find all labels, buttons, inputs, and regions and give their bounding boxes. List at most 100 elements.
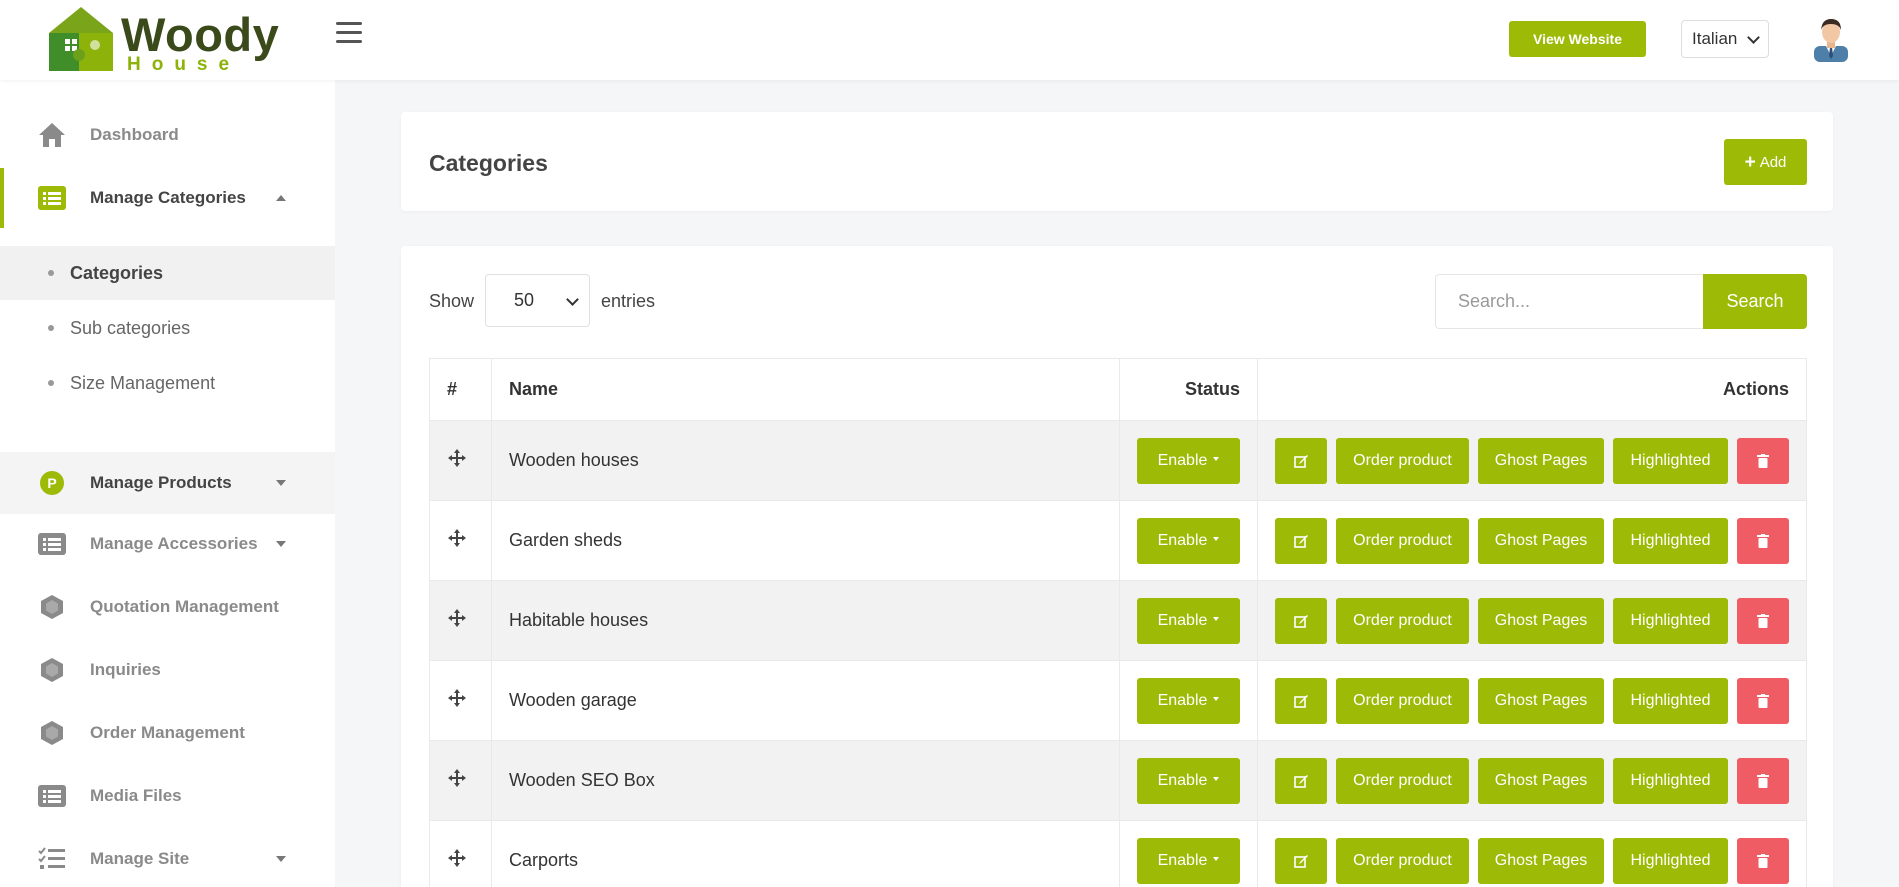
search-button[interactable]: Search: [1703, 274, 1807, 329]
logo-subtext: House: [127, 54, 241, 75]
add-category-button[interactable]: + Add: [1724, 139, 1807, 185]
edit-button[interactable]: [1275, 837, 1327, 884]
page-title: Categories: [429, 150, 548, 176]
drag-handle-cell: [429, 660, 492, 741]
move-icon[interactable]: [447, 688, 467, 708]
bullet-icon: [48, 270, 54, 276]
highlighted-button[interactable]: Highlighted: [1613, 677, 1728, 724]
sidebar-item-inquiries[interactable]: Inquiries: [0, 639, 335, 701]
delete-button[interactable]: [1737, 437, 1789, 484]
sidebar-item-manage-categories[interactable]: Manage Categories: [0, 167, 335, 229]
sidebar-subitem-categories[interactable]: Categories: [0, 246, 335, 300]
delete-button[interactable]: [1737, 597, 1789, 644]
order-product-button[interactable]: Order product: [1336, 517, 1469, 564]
category-name: Carports: [490, 820, 1120, 887]
sidebar-item-dashboard[interactable]: Dashboard: [0, 104, 335, 166]
categories-table-card: Show 50 entries Search # Name Status Act…: [401, 246, 1833, 887]
sidebar: Dashboard Manage Categories Categories S…: [0, 80, 335, 887]
status-dropdown-button[interactable]: Enable: [1137, 597, 1240, 644]
sidebar-item-order-management[interactable]: Order Management: [0, 702, 335, 764]
sidebar-subitem-sub-categories[interactable]: Sub categories: [0, 301, 335, 355]
move-icon[interactable]: [447, 608, 467, 628]
ghost-pages-button[interactable]: Ghost Pages: [1478, 677, 1604, 724]
language-value: Italian: [1692, 29, 1738, 48]
column-header-actions: Actions: [1257, 358, 1807, 421]
logo[interactable]: Woody House: [45, 5, 285, 75]
user-avatar[interactable]: [1808, 16, 1854, 62]
order-product-button[interactable]: Order product: [1336, 757, 1469, 804]
ghost-pages-button[interactable]: Ghost Pages: [1478, 517, 1604, 564]
drag-handle-cell: [429, 740, 492, 821]
edit-button[interactable]: [1275, 677, 1327, 724]
delete-button[interactable]: [1737, 837, 1789, 884]
order-product-button[interactable]: Order product: [1336, 837, 1469, 884]
highlighted-button[interactable]: Highlighted: [1613, 757, 1728, 804]
search-input[interactable]: [1435, 274, 1705, 329]
view-website-button[interactable]: View Website: [1509, 21, 1646, 57]
caret-down-icon: [276, 541, 286, 547]
status-cell: Enable: [1118, 740, 1259, 821]
status-dropdown-button[interactable]: Enable: [1137, 517, 1240, 564]
home-icon: [38, 121, 66, 149]
sidebar-subitem-size-management[interactable]: Size Management: [0, 356, 335, 410]
drag-handle-cell: [429, 820, 492, 887]
ghost-pages-button[interactable]: Ghost Pages: [1478, 837, 1604, 884]
language-select[interactable]: Italian: [1681, 20, 1769, 58]
delete-button[interactable]: [1737, 517, 1789, 564]
move-icon[interactable]: [447, 768, 467, 788]
column-header-status[interactable]: Status: [1118, 358, 1259, 421]
sidebar-item-media-files[interactable]: Media Files: [0, 765, 335, 827]
sidebar-item-manage-products[interactable]: P Manage Products: [0, 452, 335, 514]
drag-handle-cell: [429, 500, 492, 581]
categories-table: # Name Status Actions Wooden houses Enab…: [429, 358, 1807, 887]
highlighted-button[interactable]: Highlighted: [1613, 597, 1728, 644]
status-dropdown-button[interactable]: Enable: [1137, 677, 1240, 724]
edit-button[interactable]: [1275, 597, 1327, 644]
edit-button[interactable]: [1275, 437, 1327, 484]
move-icon[interactable]: [447, 448, 467, 468]
ghost-pages-button[interactable]: Ghost Pages: [1478, 597, 1604, 644]
trash-icon: [1757, 613, 1769, 628]
ghost-pages-button[interactable]: Ghost Pages: [1478, 437, 1604, 484]
status-dropdown-button[interactable]: Enable: [1137, 837, 1240, 884]
caret-down-icon: [1213, 776, 1220, 781]
status-label: Enable: [1157, 851, 1208, 869]
highlighted-button[interactable]: Highlighted: [1613, 837, 1728, 884]
drag-handle-cell: [429, 420, 492, 501]
actions-cell: Order product Ghost Pages Highlighted: [1257, 500, 1807, 581]
highlighted-button[interactable]: Highlighted: [1613, 437, 1728, 484]
sidebar-item-quotation-management[interactable]: Quotation Management: [0, 576, 335, 638]
table-row: Habitable houses Enable Order product Gh…: [429, 580, 1807, 661]
chevron-down-icon: [566, 293, 579, 306]
highlighted-button[interactable]: Highlighted: [1613, 517, 1728, 564]
ghost-pages-button[interactable]: Ghost Pages: [1478, 757, 1604, 804]
status-dropdown-button[interactable]: Enable: [1137, 437, 1240, 484]
order-product-button[interactable]: Order product: [1336, 437, 1469, 484]
edit-icon: [1294, 614, 1308, 628]
entries-per-page-select[interactable]: 50: [485, 274, 590, 327]
delete-button[interactable]: [1737, 757, 1789, 804]
add-button-label: Add: [1759, 153, 1787, 171]
move-icon[interactable]: [447, 848, 467, 868]
table-row: Garden sheds Enable Order product Ghost …: [429, 500, 1807, 581]
delete-button[interactable]: [1737, 677, 1789, 724]
order-product-button[interactable]: Order product: [1336, 677, 1469, 724]
move-icon[interactable]: [447, 528, 467, 548]
column-header-number[interactable]: #: [429, 358, 492, 421]
checklist-icon: [38, 845, 66, 873]
category-name: Garden sheds: [490, 500, 1120, 581]
status-cell: Enable: [1118, 500, 1259, 581]
sidebar-item-label: Dashboard: [90, 125, 179, 144]
order-product-button[interactable]: Order product: [1336, 597, 1469, 644]
svg-text:P: P: [47, 475, 56, 491]
column-header-name[interactable]: Name: [490, 358, 1120, 421]
sidebar-item-manage-site[interactable]: Manage Site: [0, 828, 335, 887]
hamburger-menu-icon[interactable]: [336, 22, 362, 46]
edit-button[interactable]: [1275, 757, 1327, 804]
p-badge-icon: P: [38, 469, 66, 497]
caret-down-icon: [1213, 696, 1220, 701]
status-dropdown-button[interactable]: Enable: [1137, 757, 1240, 804]
sidebar-item-manage-accessories[interactable]: Manage Accessories: [0, 513, 335, 575]
edit-icon: [1294, 774, 1308, 788]
edit-button[interactable]: [1275, 517, 1327, 564]
